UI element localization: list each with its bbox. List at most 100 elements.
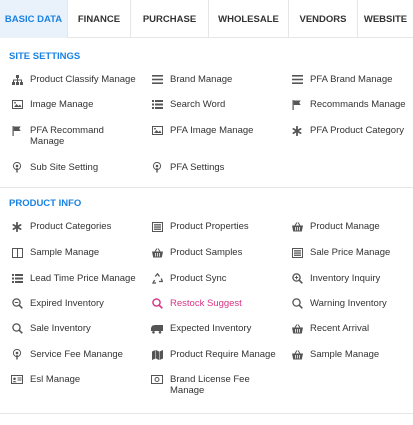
- menu-item-label: Restock Suggest: [170, 298, 242, 309]
- recycle-icon: [151, 273, 163, 284]
- menu-item-label: Recommands Manage: [310, 99, 406, 110]
- tab-basic-data[interactable]: BASIC DATA: [0, 0, 68, 38]
- list-icon: [11, 273, 23, 284]
- menu-item-label: Sample Manage: [310, 349, 380, 360]
- menu-item-label: Sample Manage: [30, 247, 100, 258]
- menu-item-label: Image Manage: [30, 99, 94, 110]
- flag-icon: [11, 125, 23, 136]
- menu-item-pfa-product-category[interactable]: PFA Product Category: [291, 125, 404, 136]
- tab-wholesale[interactable]: WHOLESALE: [209, 0, 289, 38]
- menu-item-pfa-recommand-manage[interactable]: PFA Recommand Manage: [11, 125, 136, 147]
- menu-item-label: Sale Price Manage: [310, 247, 391, 258]
- menu-item-label: Product Classify Manage: [30, 74, 136, 85]
- menu-item-service-fee-manange[interactable]: Service Fee Manange: [11, 349, 123, 360]
- basket-icon: [291, 323, 303, 334]
- menu-item-label: Product Require Manage: [170, 349, 276, 360]
- search-plus-icon: [291, 273, 303, 284]
- image-icon: [11, 99, 23, 110]
- menu-item-warning-inventory[interactable]: Warning Inventory: [291, 298, 387, 309]
- menu-item-label: Expected Inventory: [170, 323, 252, 334]
- menu-item-brand-manage[interactable]: Brand Manage: [151, 74, 232, 85]
- top-tab-bar: BASIC DATA FINANCE PURCHASE WHOLESALE VE…: [0, 0, 413, 38]
- menu-item-product-properties[interactable]: Product Properties: [151, 221, 249, 232]
- image-icon: [151, 125, 163, 136]
- menu-item-product-categories[interactable]: Product Categories: [11, 221, 111, 232]
- menu-item-inventory-inquiry[interactable]: Inventory Inquiry: [291, 273, 380, 284]
- menu-item-label: Inventory Inquiry: [310, 273, 381, 284]
- podcast-icon: [151, 162, 163, 173]
- asterisk-icon: [11, 221, 23, 232]
- id-card-icon: [11, 374, 23, 385]
- menu-item-pfa-image-manage[interactable]: PFA Image Manage: [151, 125, 253, 136]
- tasks-icon: [151, 221, 163, 232]
- menu-item-label: Lead Time Price Manage: [30, 273, 136, 284]
- menu-item-label: Product Categories: [30, 221, 112, 232]
- search-minus-icon: [11, 298, 23, 309]
- menu-item-product-classify-manage[interactable]: Product Classify Manage: [11, 74, 136, 85]
- basket-icon: [291, 349, 303, 360]
- menu-item-expired-inventory[interactable]: Expired Inventory: [11, 298, 104, 309]
- tab-website[interactable]: WEBSITE: [358, 0, 413, 38]
- menu-item-label: Product Sync: [170, 273, 227, 284]
- menu-item-product-manage[interactable]: Product Manage: [291, 221, 380, 232]
- menu-item-sample-manage[interactable]: Sample Manage: [11, 247, 99, 258]
- list-icon: [291, 74, 303, 85]
- menu-item-label: Expired Inventory: [30, 298, 104, 309]
- menu-item-product-sync[interactable]: Product Sync: [151, 273, 227, 284]
- tab-purchase[interactable]: PURCHASE: [131, 0, 209, 38]
- menu-item-product-require-manage[interactable]: Product Require Manage: [151, 349, 276, 360]
- list-icon: [151, 74, 163, 85]
- search-icon: [151, 298, 163, 309]
- menu-item-sale-inventory[interactable]: Sale Inventory: [11, 323, 91, 334]
- menu-item-label: PFA Image Manage: [170, 125, 254, 136]
- columns-icon: [11, 247, 23, 258]
- menu-item-recent-arrival[interactable]: Recent Arrival: [291, 323, 369, 334]
- menu-item-label: Recent Arrival: [310, 323, 370, 334]
- menu-item-label: Service Fee Manange: [30, 349, 123, 360]
- menu-item-label: Search Word: [170, 99, 226, 110]
- menu-item-sub-site-setting[interactable]: Sub Site Setting: [11, 162, 98, 173]
- tab-vendors[interactable]: VENDORS: [289, 0, 358, 38]
- sitemap-icon: [11, 74, 23, 85]
- basket-icon: [151, 247, 163, 258]
- menu-item-label: Brand Manage: [170, 74, 233, 85]
- podcast-icon: [11, 162, 23, 173]
- menu-item-label: Product Manage: [310, 221, 380, 232]
- menu-item-label: Brand License Fee Manage: [170, 374, 250, 396]
- flag-icon: [291, 99, 303, 110]
- asterisk-icon: [291, 125, 303, 136]
- menu-item-label: Esl Manage: [30, 374, 81, 385]
- tasks-icon: [291, 247, 303, 258]
- menu-item-expected-inventory[interactable]: Expected Inventory: [151, 323, 251, 334]
- menu-item-recommands-manage[interactable]: Recommands Manage: [291, 99, 406, 110]
- podcast-icon: [11, 349, 23, 360]
- menu-item-restock-suggest[interactable]: Restock Suggest: [151, 298, 242, 309]
- list-ul-icon: [151, 99, 163, 110]
- map-icon: [151, 349, 163, 360]
- basket-icon: [291, 221, 303, 232]
- menu-item-label: Sale Inventory: [30, 323, 91, 334]
- menu-item-label: PFA Settings: [170, 162, 225, 173]
- product-info-heading: PRODUCT INFO: [9, 198, 82, 209]
- menu-item-product-samples[interactable]: Product Samples: [151, 247, 242, 258]
- menu-item-lead-time-price-manage[interactable]: Lead Time Price Manage: [11, 273, 136, 284]
- menu-item-sale-price-manage[interactable]: Sale Price Manage: [291, 247, 390, 258]
- menu-item-label: Sub Site Setting: [30, 162, 99, 173]
- menu-item-label: PFA Recommand Manage: [30, 125, 104, 147]
- tab-finance[interactable]: FINANCE: [68, 0, 131, 38]
- menu-item-pfa-brand-manage[interactable]: PFA Brand Manage: [291, 74, 392, 85]
- money-icon: [151, 374, 163, 385]
- menu-item-esl-manage[interactable]: Esl Manage: [11, 374, 80, 385]
- site-settings-heading: SITE SETTINGS: [9, 51, 81, 62]
- menu-item-brand-license-fee-manage[interactable]: Brand License Fee Manage: [151, 374, 261, 396]
- section-divider: [0, 187, 413, 188]
- menu-item-image-manage[interactable]: Image Manage: [11, 99, 93, 110]
- menu-item-label: Warning Inventory: [310, 298, 387, 309]
- menu-item-label: PFA Product Category: [310, 125, 404, 136]
- menu-item-search-word[interactable]: Search Word: [151, 99, 225, 110]
- menu-item-pfa-settings[interactable]: PFA Settings: [151, 162, 224, 173]
- search-icon: [291, 298, 303, 309]
- menu-item-sample-manage-2[interactable]: Sample Manage: [291, 349, 379, 360]
- truck-icon: [151, 323, 163, 334]
- search-icon: [11, 323, 23, 334]
